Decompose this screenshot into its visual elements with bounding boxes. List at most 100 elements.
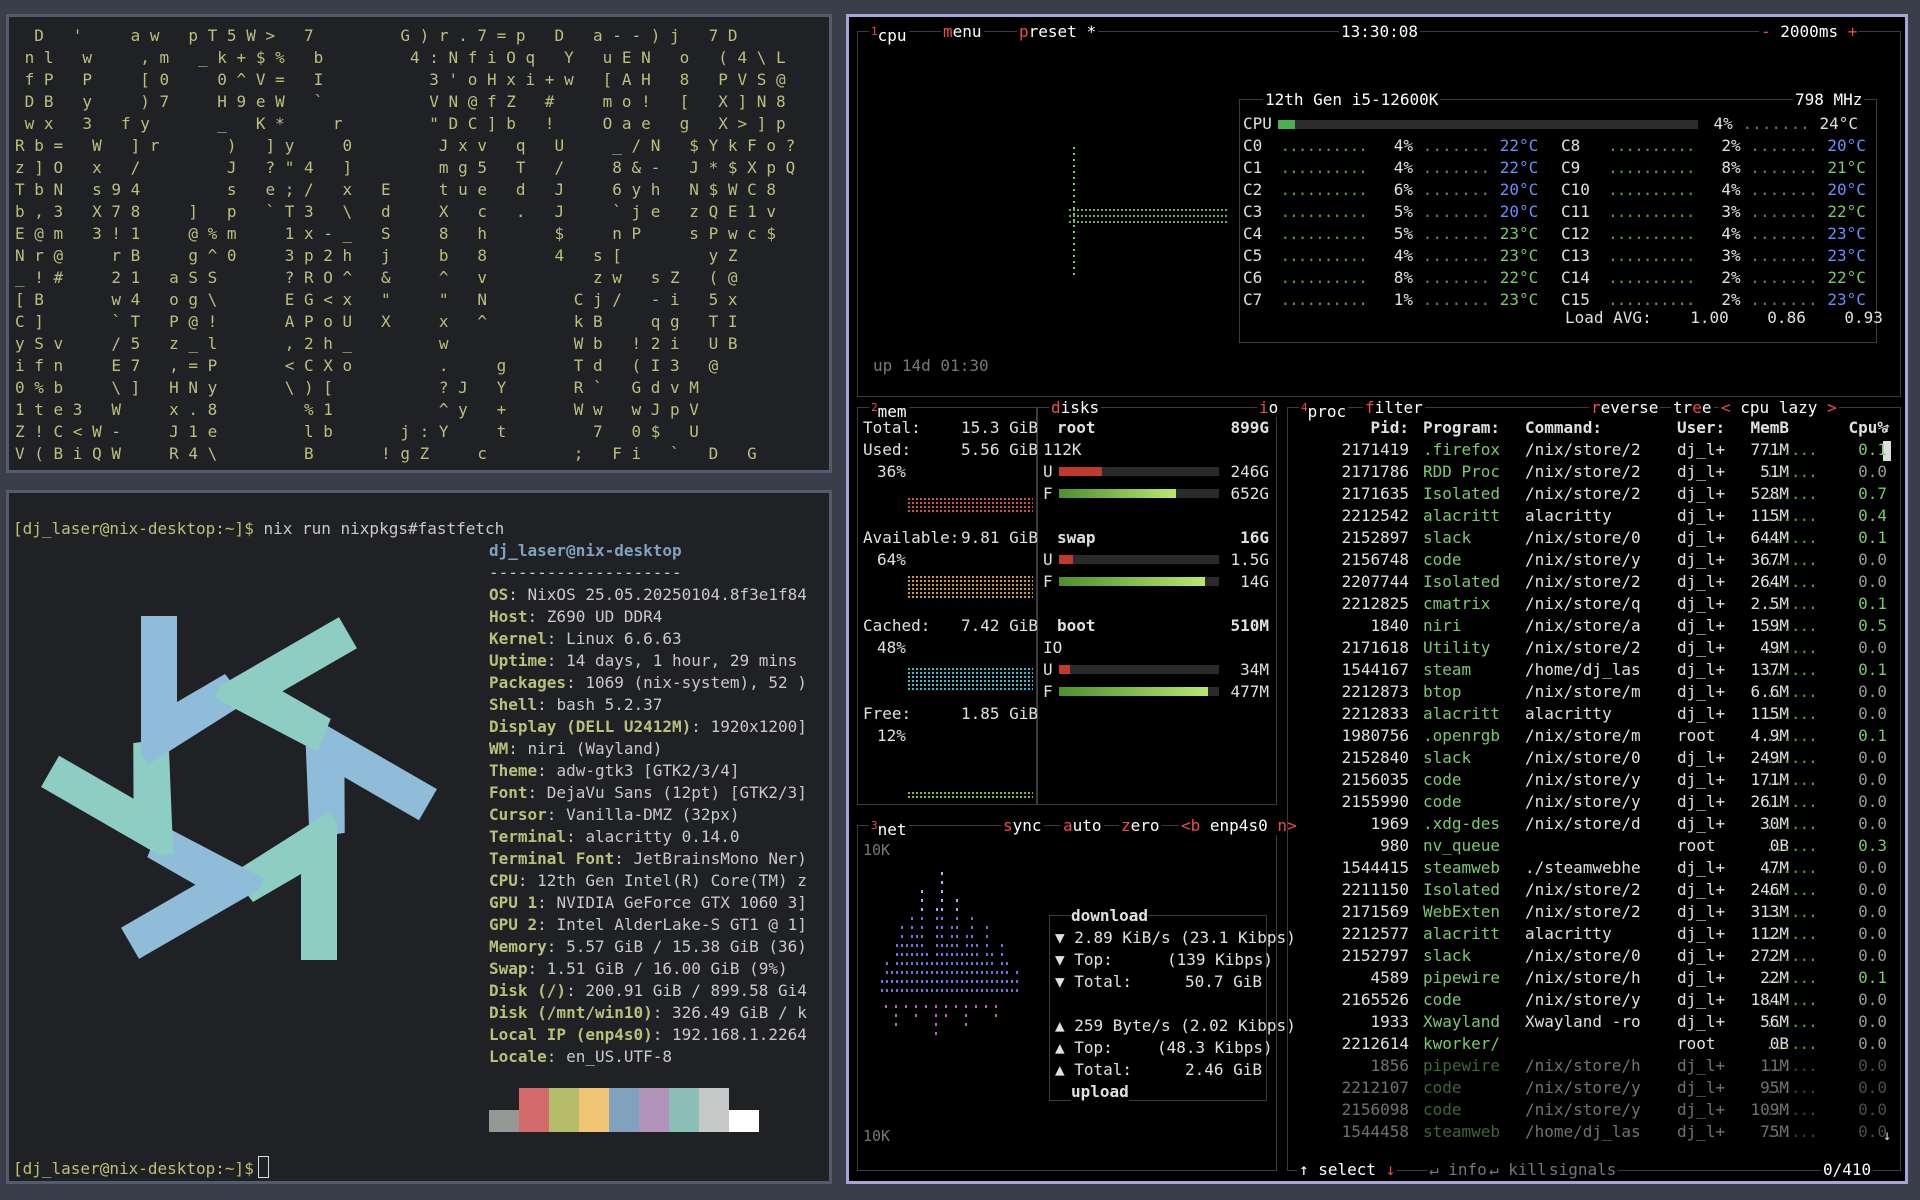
cpu-graph-point <box>1129 215 1131 217</box>
fastfetch-key: Cursor <box>489 805 547 824</box>
proc-header-program[interactable]: Program: <box>1423 417 1523 439</box>
cpu-graph-point <box>1161 221 1163 223</box>
net-interface-selector[interactable]: <b enp4s0 n> <box>1179 817 1299 835</box>
cpu-core-graph: ....... <box>1413 136 1500 155</box>
preset-button[interactable]: preset * <box>1017 23 1099 41</box>
cpu-core-row: C13 .......... 3% ....... 23°C <box>1561 245 1866 267</box>
net-download-point <box>986 980 988 983</box>
cpu-core-label: C3 <box>1243 202 1272 221</box>
proc-select-control[interactable]: ↑ select ↓ <box>1297 1161 1398 1179</box>
disks-box-title[interactable]: disks <box>1049 399 1102 417</box>
net-download-point <box>971 944 973 947</box>
proc-cell-program: .xdg-des <box>1423 814 1501 833</box>
cpu-graph-point <box>1073 183 1075 185</box>
proc-header-pid[interactable]: Pid: <box>1293 417 1409 439</box>
btop-window[interactable]: 1cpu mmenuenu preset * 13:30:08 - 2000ms… <box>846 14 1908 1184</box>
proc-sort-selector[interactable]: < cpu lazy > <box>1719 399 1839 417</box>
fastfetch-value: : 192.168.1.2264 <box>652 1025 807 1044</box>
proc-cell-user: root <box>1677 836 1716 855</box>
proc-cell-command: /nix/store/2 <box>1525 902 1641 921</box>
cpu-graph-point <box>1153 215 1155 217</box>
net-upload-point <box>925 1005 927 1008</box>
net-download-point <box>956 899 958 902</box>
net-download-point <box>926 980 928 983</box>
cpu-core-row: C8 .......... 2% ....... 20°C <box>1561 135 1866 157</box>
proc-cpu-graph: ...... <box>1765 1056 1818 1075</box>
proc-cell-pid: 2212825 <box>1341 594 1409 613</box>
proc-cell-user: dj_l+ <box>1677 792 1726 811</box>
proc-cell-user: dj_l+ <box>1677 462 1726 481</box>
cmatrix-window[interactable]: D ' a w p T 5 W > 7 G ) r . 7 = p D a - … <box>6 14 832 473</box>
net-zero-toggle[interactable]: zero <box>1119 817 1162 835</box>
fastfetch-row: Packages: 1069 (nix-system), 52 ) <box>489 672 807 694</box>
cpu-core-graph: ....... <box>1413 158 1500 177</box>
net-download-point <box>1001 980 1003 983</box>
update-interval[interactable]: - 2000ms + <box>1759 23 1860 41</box>
proc-cell-command: /nix/store/2 <box>1525 440 1641 459</box>
proc-cpu-graph: ...... <box>1765 462 1818 481</box>
menu-button[interactable]: mmenuenu <box>941 23 984 41</box>
bottom-command-line[interactable]: [dj_laser@nix-desktop:~]$ <box>13 1156 269 1180</box>
net-download-point <box>1006 962 1008 965</box>
matrix-line: N r @ r B g ^ 0 3 p 2 h j b 8 4 s [ y Z <box>15 246 738 265</box>
cpu-graph-point <box>1145 209 1147 211</box>
palette-swatch <box>609 1088 639 1132</box>
proc-filter-button[interactable]: filter <box>1363 399 1425 417</box>
proc-header-mem[interactable]: MemB <box>1733 417 1789 439</box>
net-upload-point <box>965 1005 967 1008</box>
proc-header-command[interactable]: Command: <box>1525 417 1675 439</box>
cpu-core-row: C9 .......... 8% ....... 21°C <box>1561 157 1866 179</box>
net-download-point <box>901 944 903 947</box>
proc-cell-command: /home/dj_las <box>1525 660 1641 679</box>
proc-cell-program: kworker/ <box>1423 1034 1501 1053</box>
cpu-graph-point <box>1213 215 1215 217</box>
mem-usage-graph <box>907 791 1033 799</box>
fastfetch-key: Uptime <box>489 651 547 670</box>
net-download-point <box>976 962 978 965</box>
net-sync-toggle[interactable]: sync <box>1001 817 1044 835</box>
proc-info-button[interactable]: ↵ info <box>1427 1161 1489 1179</box>
proc-cell-pid: 1969 <box>1370 814 1409 833</box>
cpu-graph-point <box>1077 209 1079 211</box>
fastfetch-terminal-window[interactable]: [dj_laser@nix-desktop:~]$ nix run nixpkg… <box>6 490 832 1184</box>
net-download-point <box>971 971 973 974</box>
io-toggle[interactable]: io <box>1257 399 1281 417</box>
cpu-core-label: C12 <box>1561 224 1600 243</box>
cpu-graph-point <box>1149 221 1151 223</box>
cpu-core-graph: ....... <box>1740 202 1828 221</box>
cpu-graph-point <box>1165 221 1167 223</box>
net-download-point <box>981 989 983 992</box>
net-auto-toggle[interactable]: auto <box>1061 817 1104 835</box>
cpu-core-bar: .......... <box>1271 202 1385 221</box>
fastfetch-value: : bash 5.2.37 <box>537 695 663 714</box>
cpu-graph-point <box>1189 215 1191 217</box>
net-download-point <box>936 935 938 938</box>
cpu-core-temp: 20°C <box>1499 180 1539 199</box>
proc-cell-command: /nix/store/0 <box>1525 946 1641 965</box>
proc-kill-button[interactable]: ↵ kill <box>1487 1161 1549 1179</box>
proc-header-cpu[interactable]: Cpu% <box>1795 417 1887 439</box>
proc-cell-user: dj_l+ <box>1677 440 1726 459</box>
proc-tree-toggle[interactable]: tree <box>1671 399 1714 417</box>
matrix-line: C ] ` T P @ ! A P o U X x ^ k B q g T I <box>15 312 738 331</box>
proc-signals-button[interactable]: signals <box>1547 1161 1619 1179</box>
proc-cell-command: /nix/store/a <box>1525 616 1641 635</box>
cpu-graph-point <box>1145 221 1147 223</box>
disk-free-bar <box>1059 489 1219 498</box>
proc-cell-pid: 2152797 <box>1341 946 1409 965</box>
cpu-box-title[interactable]: 1cpu <box>869 23 909 45</box>
proc-reverse-toggle[interactable]: reverse <box>1589 399 1661 417</box>
cpu-graph-point <box>1089 209 1091 211</box>
fastfetch-row: Disk (/mnt/win10): 326.49 GiB / k <box>489 1002 807 1024</box>
proc-cell-user: dj_l+ <box>1677 748 1726 767</box>
net-box-title[interactable]: 3net <box>869 817 909 839</box>
proc-cell-command: /nix/store/2 <box>1525 572 1641 591</box>
net-download-point <box>936 944 938 947</box>
net-download-point <box>946 980 948 983</box>
proc-header-user[interactable]: User: <box>1677 417 1733 439</box>
net-download-point <box>931 971 933 974</box>
fastfetch-key: Terminal Font <box>489 849 615 868</box>
cpu-core-bar: .......... <box>1599 268 1712 287</box>
net-download-point <box>941 917 943 920</box>
palette-swatch <box>519 1088 549 1132</box>
